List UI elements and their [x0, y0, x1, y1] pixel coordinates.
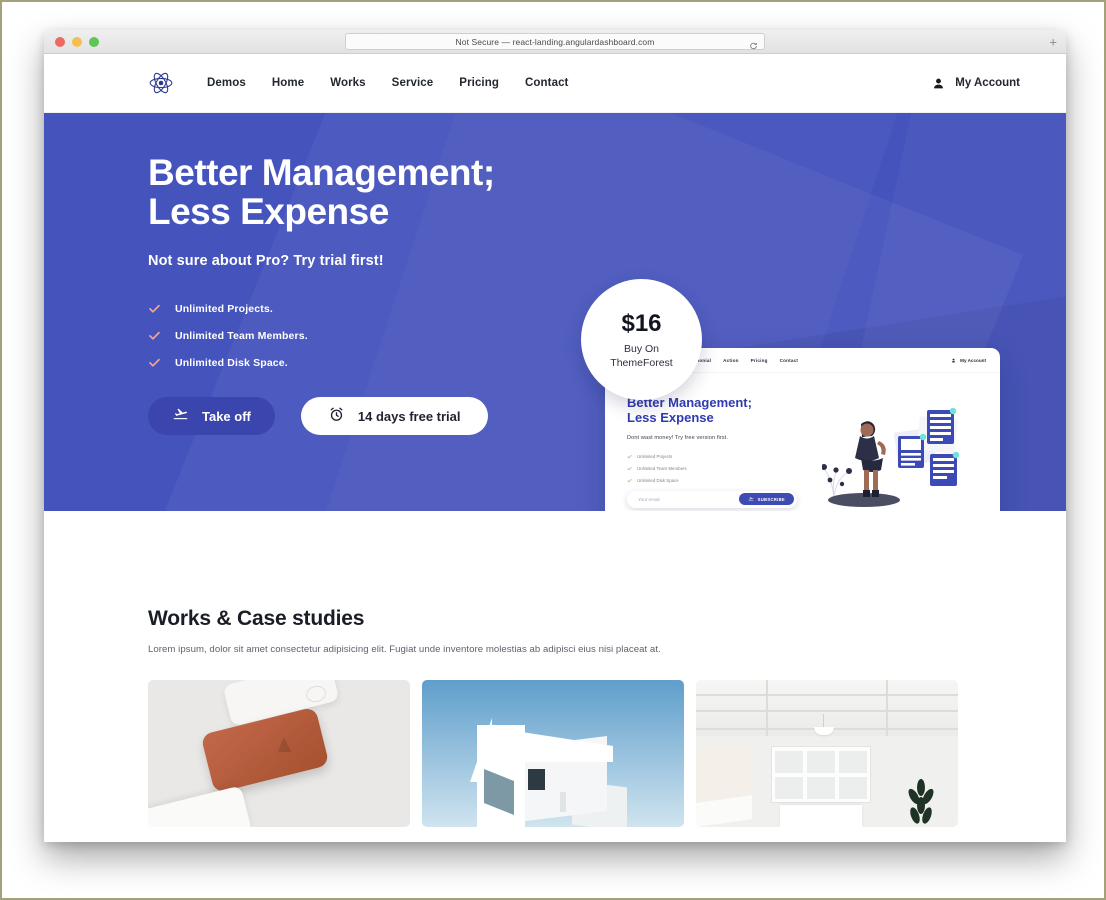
check-icon [148, 329, 161, 342]
nav-link-pricing[interactable]: Pricing [459, 77, 499, 89]
browser-titlebar: Not Secure — react-landing.angulardashbo… [44, 30, 1066, 54]
mockup-feature-label: Unlimited Disk Space [637, 477, 679, 483]
price-badge-line1: Buy On [623, 343, 660, 355]
mockup-copy: Better Management; Less Expense Dont was… [627, 395, 822, 511]
decor-white-block [148, 785, 253, 827]
nav-link-service[interactable]: Service [392, 77, 434, 89]
nav-link-works[interactable]: Works [330, 77, 365, 89]
alarm-clock-icon [328, 406, 345, 426]
works-card-grid [44, 680, 1066, 827]
reload-icon[interactable] [749, 37, 758, 49]
hero-feature-label: Unlimited Team Members. [175, 329, 308, 342]
hero-cta-row: Take off 14 days free trial [148, 397, 514, 436]
mockup-feature-label: Unlimited Projects [637, 453, 673, 459]
works-subtitle: Lorem ipsum, dolor sit amet consectetur … [148, 644, 661, 655]
minimize-window-button[interactable] [72, 36, 82, 47]
house-window [560, 792, 566, 812]
maximize-window-button[interactable] [89, 36, 99, 47]
potted-plant [906, 779, 936, 827]
hero-feature-label: Unlimited Disk Space. [175, 356, 288, 369]
ceiling-beam [696, 710, 958, 712]
price-badge-line2: ThemeForest [610, 357, 673, 369]
mockup-nav-link-action[interactable]: Action [723, 358, 739, 363]
hero-content: Better Management; Less Expense Not sure… [44, 113, 514, 436]
mockup-nav-link-contact[interactable]: Contact [780, 358, 799, 363]
subscribe-label: SUBSCRIBE [757, 496, 785, 502]
take-off-label: Take off [202, 408, 251, 424]
nav-link-contact[interactable]: Contact [525, 77, 569, 89]
url-text: Not Secure — react-landing.angulardashbo… [455, 36, 655, 47]
check-icon [627, 478, 632, 483]
page-frame: Not Secure — react-landing.angulardashbo… [0, 0, 1106, 900]
works-section: Works & Case studies Lorem ipsum, dolor … [44, 511, 1066, 842]
takeoff-icon [172, 406, 189, 426]
check-icon [627, 454, 632, 459]
mockup-title-line2: Less Expense [627, 409, 714, 425]
free-trial-button[interactable]: 14 days free trial [300, 397, 488, 436]
browser-window: Not Secure — react-landing.angulardashbo… [44, 30, 1066, 842]
nav-link-demos[interactable]: Demos [207, 77, 246, 89]
mockup-feature-item: Unlimited Projects [627, 454, 822, 459]
close-window-button[interactable] [55, 36, 65, 47]
hero-feature-list: Unlimited Projects. Unlimited Team Membe… [148, 302, 514, 369]
mockup-my-account-button[interactable]: My Account [951, 358, 986, 363]
price-badge[interactable]: $16 Buy On ThemeForest [581, 279, 702, 400]
site-navbar: Demos Home Works Service Pricing Contact… [44, 54, 1066, 113]
house-window [528, 769, 545, 790]
take-off-button[interactable]: Take off [148, 397, 275, 436]
mockup-subtitle: Dont wast money! Try free version first. [627, 434, 728, 441]
pendant-lamp-stem [823, 714, 824, 727]
hero-section: Better Management; Less Expense Not sure… [44, 113, 1066, 511]
hero-feature-item: Unlimited Team Members. [148, 329, 514, 342]
ceiling-beam [766, 680, 768, 736]
mockup-feature-list: Unlimited Projects Unlimited Team Member… [627, 454, 822, 483]
free-trial-label: 14 days free trial [357, 408, 461, 424]
woman-with-documents-illustration [821, 396, 982, 511]
mockup-my-account-label: My Account [960, 357, 986, 363]
works-card[interactable] [148, 680, 410, 827]
works-card[interactable] [696, 680, 958, 827]
traffic-lights [55, 36, 99, 47]
react-atom-logo-icon[interactable] [148, 70, 174, 96]
hero-title-line2: Less Expense [148, 191, 389, 233]
nav-link-home[interactable]: Home [272, 77, 304, 89]
hero-feature-item: Unlimited Disk Space. [148, 356, 514, 369]
mockup-nav-link-pricing[interactable]: Pricing [751, 358, 768, 363]
ceiling-beam [696, 694, 958, 696]
mockup-subscribe-form: Your email SUBSCRIBE [627, 490, 797, 508]
check-icon [148, 302, 161, 315]
hero-feature-item: Unlimited Projects. [148, 302, 514, 315]
primary-nav: Demos Home Works Service Pricing Contact [207, 77, 569, 89]
mockup-feature-item: Unlimited Disk Space [627, 478, 822, 483]
loft-window [771, 746, 871, 803]
loft-table [780, 805, 862, 827]
decor-triangle-emboss [277, 736, 292, 753]
hero-subtitle: Not sure about Pro? Try trial first! [148, 253, 384, 270]
hero-feature-label: Unlimited Projects. [175, 302, 273, 315]
mockup-title: Better Management; Less Expense [627, 395, 822, 426]
check-icon [148, 356, 161, 369]
ceiling-beam [886, 680, 888, 736]
brown-leather-object [200, 706, 330, 794]
new-tab-button[interactable]: + [1049, 35, 1057, 48]
hero-title: Better Management; Less Expense [148, 153, 514, 231]
mockup-feature-item: Unlimited Team Members [627, 466, 822, 471]
user-icon [951, 358, 956, 363]
email-input-placeholder[interactable]: Your email [638, 497, 660, 502]
address-bar[interactable]: Not Secure — react-landing.angulardashbo… [345, 33, 765, 50]
my-account-label: My Account [955, 77, 1020, 89]
hero-title-line1: Better Management; [148, 152, 495, 193]
subscribe-button[interactable]: SUBSCRIBE [738, 493, 794, 506]
user-icon [932, 77, 945, 90]
check-icon [627, 466, 632, 471]
mockup-feature-label: Unlimited Team Members [637, 465, 687, 471]
takeoff-icon [748, 497, 753, 502]
works-heading: Works & Case studies [148, 607, 365, 630]
works-card[interactable] [422, 680, 684, 827]
price-amount: $16 [621, 310, 662, 337]
my-account-button[interactable]: My Account [932, 77, 1020, 90]
